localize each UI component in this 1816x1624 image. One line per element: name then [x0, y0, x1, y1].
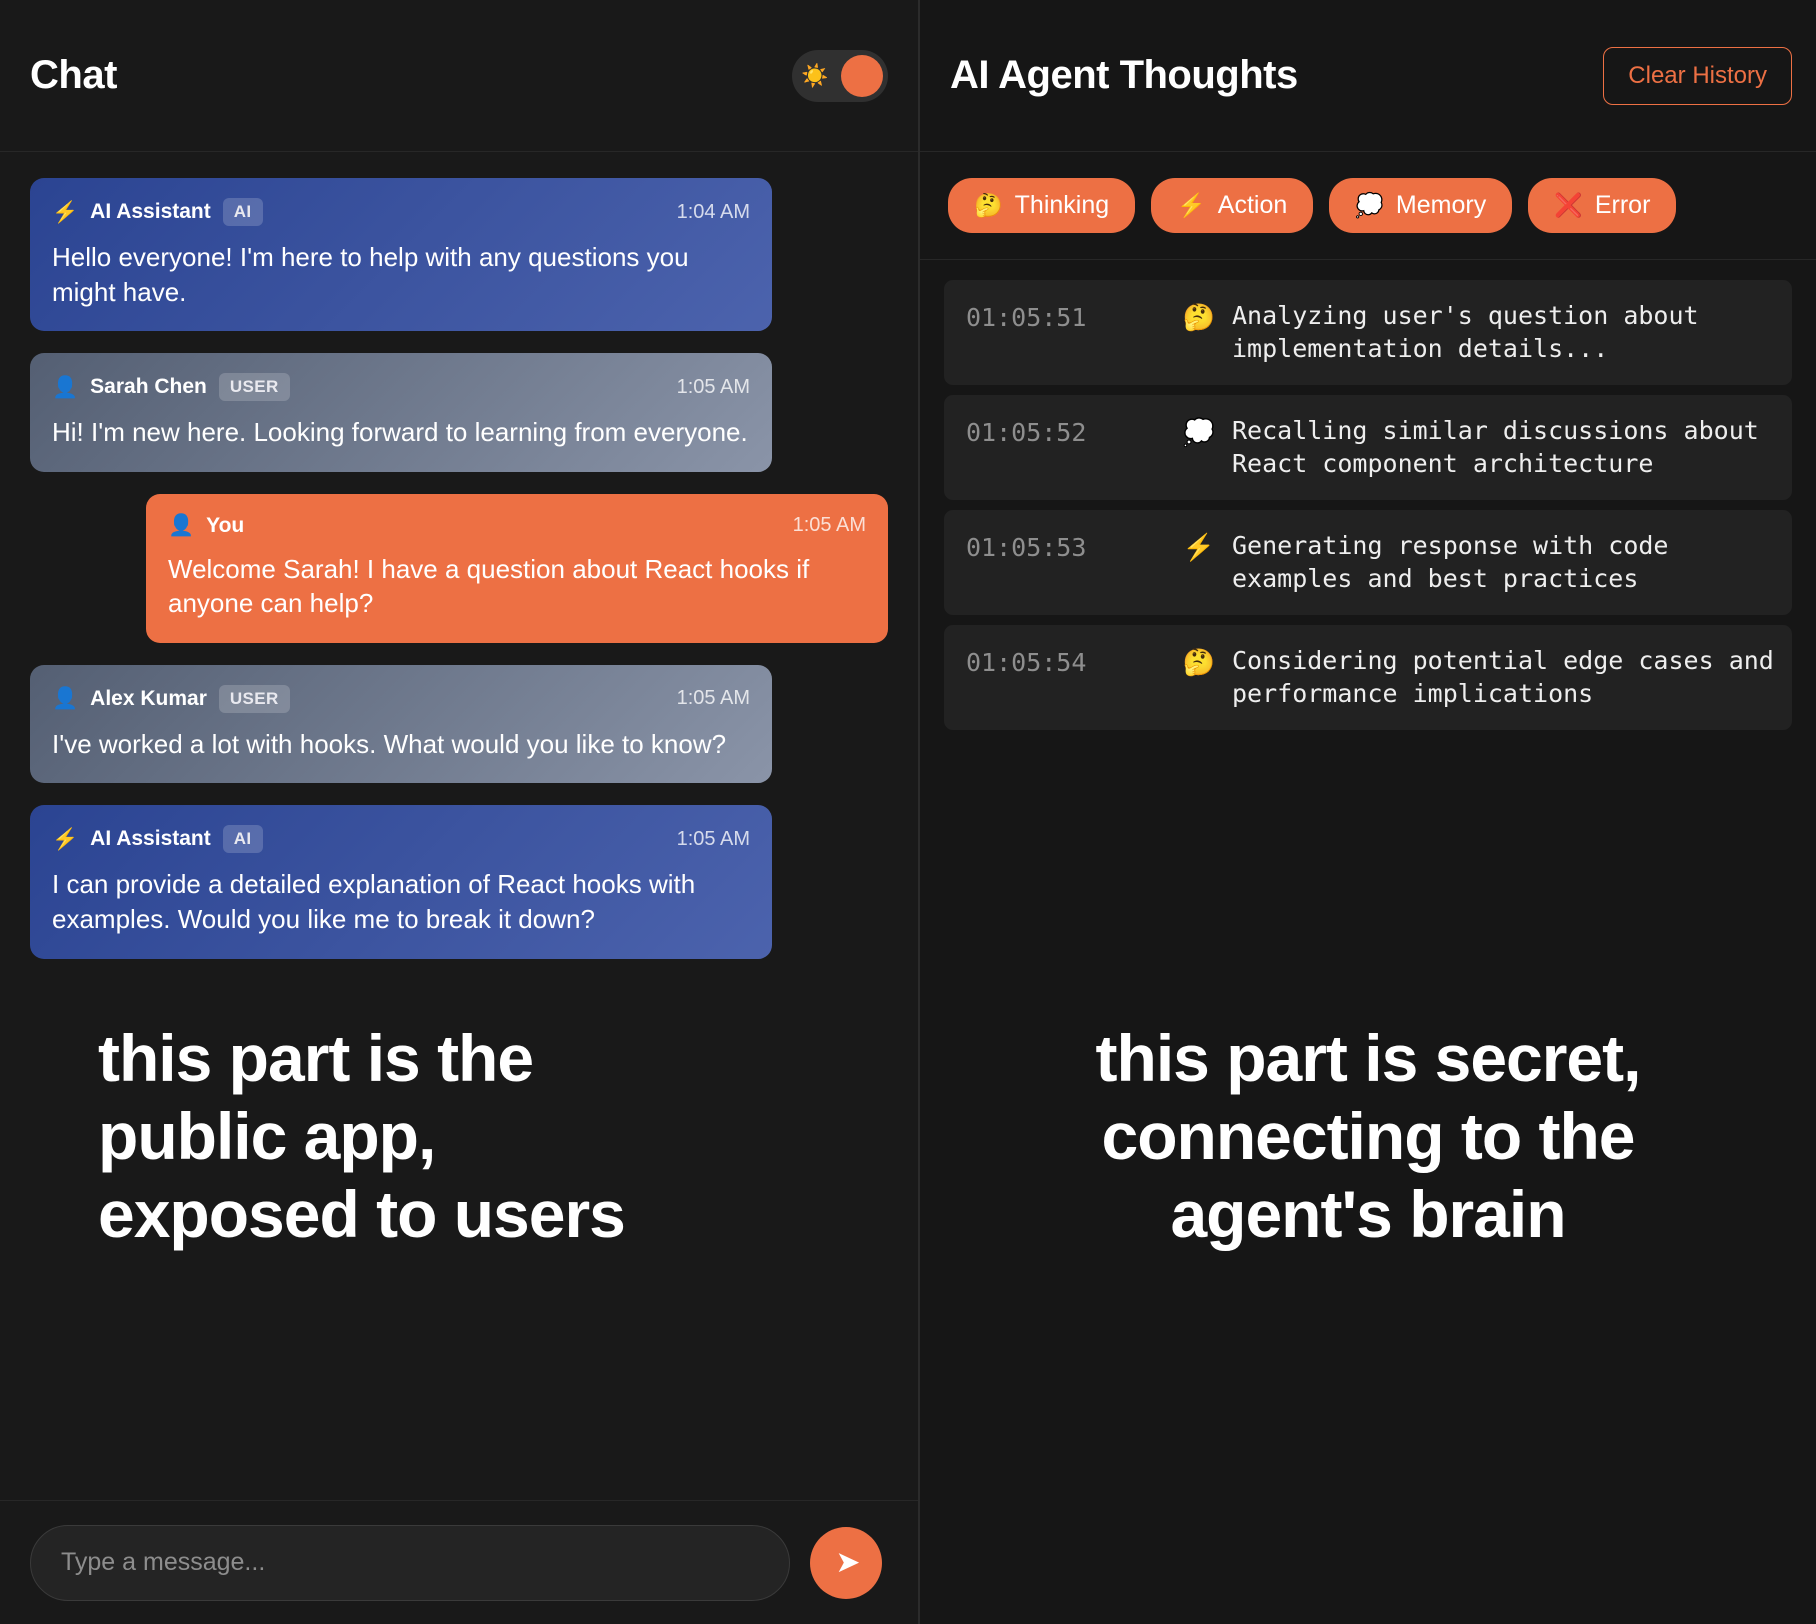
thinking-face-icon: 🤔	[1182, 647, 1216, 677]
agent-thoughts-header: AI Agent Thoughts Clear History	[920, 0, 1816, 152]
chat-panel: Chat ☀️ ⚡ AI Assistant AI 1:04 AM Hello ever…	[0, 0, 920, 1624]
agent-thoughts-title: AI Agent Thoughts	[950, 53, 1298, 97]
filter-pill-error[interactable]: ❌ Error	[1528, 178, 1677, 233]
filter-pill-action[interactable]: ⚡ Action	[1151, 178, 1314, 233]
message-header: 👤 Sarah Chen USER 1:05 AM	[52, 373, 750, 402]
message-role-badge: USER	[218, 373, 290, 402]
thought-timestamp: 01:05:53	[966, 533, 1087, 562]
thinking-face-icon: 🤔	[1182, 302, 1216, 332]
thought-text: Analyzing user's question about implemen…	[1232, 301, 1699, 363]
thought-text: Generating response with code examples a…	[1232, 531, 1669, 593]
message-bubble: ⚡ AI Assistant AI 1:04 AM Hello everyone! I'…	[30, 178, 772, 332]
chat-header: Chat ☀️	[0, 0, 918, 152]
thought-row: 01:05:53 ⚡ Generating response with code e…	[944, 510, 1792, 615]
person-icon: 👤	[52, 375, 79, 399]
message-timestamp: 1:05 AM	[792, 514, 866, 537]
message-list: ⚡ AI Assistant AI 1:04 AM Hello everyone! I'…	[0, 152, 918, 1500]
person-icon: 👤	[168, 514, 195, 538]
message-role-badge: AI	[222, 825, 263, 854]
agent-thoughts-panel: AI Agent Thoughts Clear History 🤔 Thinkin…	[920, 0, 1816, 1624]
message-input[interactable]	[30, 1524, 790, 1601]
message-header: ⚡ AI Assistant AI 1:05 AM	[52, 825, 750, 854]
message-header: ⚡ AI Assistant AI 1:04 AM	[52, 198, 750, 226]
message-sender-name: Alex Kumar	[90, 686, 207, 710]
message-role-badge: AI	[222, 198, 263, 226]
message-composer: ➤	[0, 1500, 918, 1624]
person-icon: 👤	[52, 687, 79, 711]
filter-pill-memory[interactable]: 💭 Memory	[1329, 178, 1513, 233]
filter-pill-label: Memory	[1395, 191, 1487, 219]
message-bubble: 👤 You 1:05 AM Welcome Sarah! I have a quest…	[146, 493, 888, 643]
sun-icon: ☀️	[801, 62, 829, 88]
clear-history-button[interactable]: Clear History	[1603, 46, 1792, 105]
message-sender-name: AI Assistant	[90, 200, 211, 223]
message-row: 👤 You 1:05 AM Welcome Sarah! I have a quest…	[30, 493, 888, 643]
message-role-badge: USER	[218, 684, 290, 713]
thought-text: Considering potential edge cases and per…	[1232, 646, 1774, 708]
message-text: I can provide a detailed explanation of …	[52, 869, 696, 935]
thought-row: 01:05:52 💭 Recalling similar discussions a…	[944, 395, 1792, 500]
filter-pill-label: Error	[1594, 191, 1651, 219]
message-bubble: ⚡ AI Assistant AI 1:05 AM I can provide a de…	[30, 805, 772, 959]
thought-text: Recalling similar discussions about Reac…	[1232, 416, 1759, 478]
filter-pill-label: Action	[1217, 191, 1288, 219]
lightning-icon: ⚡	[1182, 532, 1216, 562]
message-header: 👤 Alex Kumar USER 1:05 AM	[52, 684, 750, 713]
thought-row: 01:05:54 🤔 Considering potential edge case…	[944, 625, 1792, 730]
message-sender-name: AI Assistant	[90, 827, 211, 851]
message-row: ⚡ AI Assistant AI 1:05 AM I can provide a de…	[30, 805, 888, 959]
message-header: 👤 You 1:05 AM	[168, 514, 866, 538]
toggle-knob	[841, 54, 883, 97]
filter-pill-label: Thinking	[1014, 191, 1110, 219]
thought-timestamp: 01:05:52	[966, 418, 1087, 447]
thought-log-list: 01:05:51 🤔 Analyzing user's question about…	[920, 260, 1816, 1624]
message-row: 👤 Alex Kumar USER 1:05 AM I've worked a lot …	[30, 664, 888, 784]
message-row: 👤 Sarah Chen USER 1:05 AM Hi! I'm new here. …	[30, 353, 888, 472]
message-sender-name: You	[206, 513, 245, 537]
message-timestamp: 1:05 AM	[676, 687, 750, 710]
theme-toggle[interactable]: ☀️	[792, 49, 888, 102]
thought-balloon-icon: 💭	[1182, 417, 1216, 447]
thought-filter-bar: 🤔 Thinking ⚡ Action 💭 Memory ❌ Error	[920, 152, 1816, 260]
lightning-icon: ⚡	[52, 200, 79, 224]
lightning-icon: ⚡	[1177, 192, 1206, 218]
message-text: Hello everyone! I'm here to help with an…	[52, 242, 689, 307]
app-root: Chat ☀️ ⚡ AI Assistant AI 1:04 AM Hello ever…	[0, 0, 1816, 1624]
lightning-icon: ⚡	[52, 827, 79, 851]
message-sender-name: Sarah Chen	[90, 375, 207, 399]
send-arrow-icon: ➤	[835, 1546, 861, 1579]
thought-timestamp: 01:05:51	[966, 303, 1087, 332]
cross-mark-icon: ❌	[1554, 192, 1583, 218]
message-timestamp: 1:05 AM	[676, 827, 750, 850]
thought-balloon-icon: 💭	[1355, 192, 1384, 218]
send-button[interactable]: ➤	[810, 1526, 882, 1599]
chat-title: Chat	[30, 53, 117, 97]
message-bubble: 👤 Alex Kumar USER 1:05 AM I've worked a lot …	[30, 664, 772, 784]
message-timestamp: 1:05 AM	[676, 375, 750, 398]
thinking-face-icon: 🤔	[974, 192, 1003, 218]
thought-timestamp: 01:05:54	[966, 648, 1087, 677]
message-bubble: 👤 Sarah Chen USER 1:05 AM Hi! I'm new here. …	[30, 353, 772, 472]
message-text: Hi! I'm new here. Looking forward to lea…	[52, 417, 748, 448]
message-text: I've worked a lot with hooks. What would…	[52, 728, 727, 759]
message-row: ⚡ AI Assistant AI 1:04 AM Hello everyone! I'…	[30, 178, 888, 332]
message-text: Welcome Sarah! I have a question about R…	[168, 553, 810, 619]
filter-pill-thinking[interactable]: 🤔 Thinking	[948, 178, 1136, 233]
message-timestamp: 1:04 AM	[676, 200, 750, 223]
thought-row: 01:05:51 🤔 Analyzing user's question about…	[944, 280, 1792, 385]
